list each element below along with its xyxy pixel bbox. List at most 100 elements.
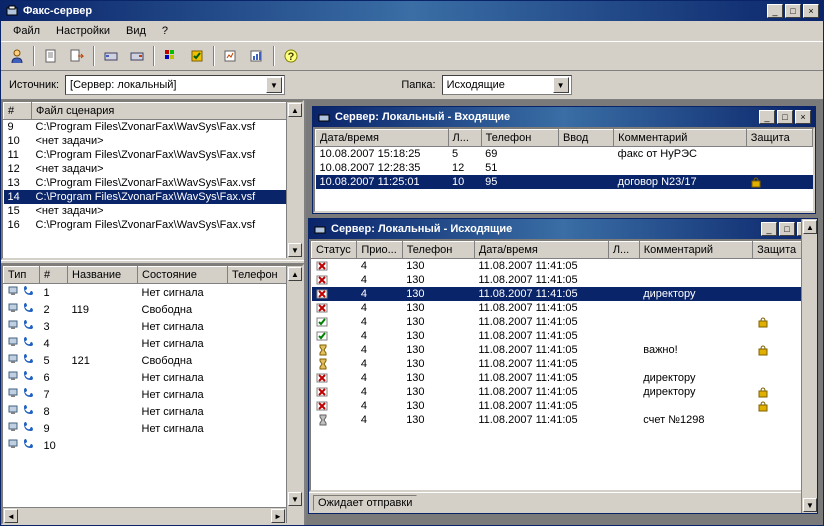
table-row[interactable]: 15<нет задачи> bbox=[4, 204, 302, 218]
scrollbar-vertical[interactable]: ▲ ▼ bbox=[286, 102, 302, 258]
chevron-down-icon[interactable]: ▼ bbox=[266, 77, 282, 93]
col-datetime[interactable]: Дата/время bbox=[474, 242, 608, 259]
tool-server2-icon[interactable] bbox=[125, 44, 149, 68]
menu-file[interactable]: Файл bbox=[5, 23, 48, 39]
table-row[interactable]: 7Нет сигнала bbox=[4, 386, 302, 403]
tool-help-icon[interactable]: ? bbox=[279, 44, 303, 68]
svg-text:?: ? bbox=[288, 51, 295, 63]
outgoing-body: Статус Прио... Телефон Дата/время Л... К… bbox=[309, 239, 817, 492]
table-row[interactable]: 413011.08.2007 11:41:05важно! bbox=[312, 343, 815, 357]
tool-user-icon[interactable] bbox=[5, 44, 29, 68]
scrollbar-horizontal[interactable]: ◄ ► bbox=[3, 507, 286, 523]
col-num[interactable]: # bbox=[4, 103, 32, 120]
tool-doc-icon[interactable] bbox=[39, 44, 63, 68]
table-row[interactable]: 2119Свободна bbox=[4, 301, 302, 318]
scroll-down-icon[interactable]: ▼ bbox=[288, 492, 302, 506]
col-input[interactable]: Ввод bbox=[558, 130, 613, 147]
table-row[interactable]: 413011.08.2007 11:41:05 bbox=[312, 301, 815, 315]
col-type[interactable]: Тип bbox=[4, 267, 40, 284]
col-state[interactable]: Состояние bbox=[138, 267, 228, 284]
maximize-button[interactable]: □ bbox=[777, 110, 793, 124]
tool-server1-icon[interactable] bbox=[99, 44, 123, 68]
table-row[interactable]: 6Нет сигнала bbox=[4, 369, 302, 386]
main-titlebar[interactable]: Факс-сервер _ □ × bbox=[1, 1, 823, 21]
table-row[interactable]: 413011.08.2007 11:41:05счет №1298 bbox=[312, 413, 815, 427]
table-row[interactable]: 413011.08.2007 11:41:05директору bbox=[312, 371, 815, 385]
scroll-up-icon[interactable]: ▲ bbox=[288, 103, 302, 117]
col-datetime[interactable]: Дата/время bbox=[316, 130, 449, 147]
table-row[interactable]: 413011.08.2007 11:41:05директору bbox=[312, 287, 815, 301]
col-file[interactable]: Файл сценария bbox=[32, 103, 302, 120]
minimize-button[interactable]: _ bbox=[761, 222, 777, 236]
table-row[interactable]: 16C:\Program Files\ZvonarFax\WavSys\Fax.… bbox=[4, 218, 302, 232]
table-row[interactable]: 11C:\Program Files\ZvonarFax\WavSys\Fax.… bbox=[4, 148, 302, 162]
toolbar: ? bbox=[1, 41, 823, 71]
folder-label: Папка: bbox=[401, 79, 435, 91]
folder-combo[interactable]: Исходящие ▼ bbox=[442, 75, 572, 95]
table-row[interactable]: 413011.08.2007 11:41:05 bbox=[312, 273, 815, 287]
table-row[interactable]: 10.08.2007 15:18:25569факс от НуРЭС bbox=[316, 147, 813, 162]
col-l[interactable]: Л... bbox=[448, 130, 481, 147]
menu-settings[interactable]: Настройки bbox=[48, 23, 118, 39]
table-row[interactable]: 13C:\Program Files\ZvonarFax\WavSys\Fax.… bbox=[4, 176, 302, 190]
table-row[interactable]: 3Нет сигнала bbox=[4, 318, 302, 335]
col-l[interactable]: Л... bbox=[608, 242, 639, 259]
maximize-button[interactable]: □ bbox=[785, 4, 801, 18]
outgoing-titlebar[interactable]: Сервер: Локальный - Исходящие _ □ × bbox=[309, 219, 817, 239]
incoming-window: Сервер: Локальный - Входящие _ □ × Дата/… bbox=[312, 106, 816, 214]
scrollbar-vertical[interactable]: ▲ ▼ bbox=[286, 266, 302, 523]
table-row[interactable]: 9C:\Program Files\ZvonarFax\WavSys\Fax.v… bbox=[4, 120, 302, 135]
table-row[interactable]: 12<нет задачи> bbox=[4, 162, 302, 176]
scroll-left-icon[interactable]: ◄ bbox=[4, 509, 18, 523]
tool-docarrow-icon[interactable] bbox=[65, 44, 89, 68]
minimize-button[interactable]: _ bbox=[767, 4, 783, 18]
col-phone[interactable]: Телефон bbox=[402, 242, 474, 259]
table-row[interactable]: 1Нет сигнала bbox=[4, 284, 302, 302]
status-icon bbox=[316, 386, 353, 398]
tool-color1-icon[interactable] bbox=[159, 44, 183, 68]
table-row[interactable]: 413011.08.2007 11:41:05 bbox=[312, 329, 815, 343]
minimize-button[interactable]: _ bbox=[759, 110, 775, 124]
status-icon bbox=[316, 330, 353, 342]
col-name[interactable]: Название bbox=[68, 267, 138, 284]
col-protect[interactable]: Защита bbox=[746, 130, 812, 147]
tool-diag1-icon[interactable] bbox=[219, 44, 243, 68]
table-row[interactable]: 4Нет сигнала bbox=[4, 335, 302, 352]
incoming-title: Сервер: Локальный - Входящие bbox=[335, 111, 759, 123]
incoming-titlebar[interactable]: Сервер: Локальный - Входящие _ □ × bbox=[313, 107, 815, 127]
table-row[interactable]: 10<нет задачи> bbox=[4, 134, 302, 148]
table-row[interactable]: 413011.08.2007 11:41:05 bbox=[312, 315, 815, 329]
table-row[interactable]: 10.08.2007 11:25:011095договор N23/17 bbox=[316, 175, 813, 189]
close-button[interactable]: × bbox=[795, 110, 811, 124]
col-comment[interactable]: Комментарий bbox=[639, 242, 752, 259]
table-row[interactable]: 8Нет сигнала bbox=[4, 403, 302, 420]
table-row[interactable]: 413011.08.2007 11:41:05 bbox=[312, 399, 815, 413]
col-phone[interactable]: Телефон bbox=[481, 130, 558, 147]
tool-color2-icon[interactable] bbox=[185, 44, 209, 68]
tool-diag2-icon[interactable] bbox=[245, 44, 269, 68]
scroll-down-icon[interactable]: ▼ bbox=[288, 243, 302, 257]
table-row[interactable]: 14C:\Program Files\ZvonarFax\WavSys\Fax.… bbox=[4, 190, 302, 204]
status-icon bbox=[316, 316, 353, 328]
table-row[interactable]: 10.08.2007 12:28:351251 bbox=[316, 161, 813, 175]
menu-help[interactable]: ? bbox=[154, 23, 176, 39]
table-row[interactable]: 9Нет сигнала bbox=[4, 420, 302, 437]
col-prio[interactable]: Прио... bbox=[357, 242, 402, 259]
menu-view[interactable]: Вид bbox=[118, 23, 154, 39]
col-comment[interactable]: Комментарий bbox=[614, 130, 747, 147]
scrollbar-vertical[interactable]: ▲ ▼ bbox=[801, 239, 817, 492]
maximize-button[interactable]: □ bbox=[779, 222, 795, 236]
source-combo[interactable]: [Сервер: локальный] ▼ bbox=[65, 75, 285, 95]
scroll-up-icon[interactable]: ▲ bbox=[288, 267, 302, 281]
table-row[interactable]: 10 bbox=[4, 437, 302, 454]
table-row[interactable]: 413011.08.2007 11:41:05 bbox=[312, 357, 815, 371]
table-row[interactable]: 5121Свободна bbox=[4, 352, 302, 369]
status-icon bbox=[316, 400, 353, 412]
table-row[interactable]: 413011.08.2007 11:41:05 bbox=[312, 259, 815, 274]
col-num[interactable]: # bbox=[40, 267, 68, 284]
table-row[interactable]: 413011.08.2007 11:41:05директору bbox=[312, 385, 815, 399]
close-button[interactable]: × bbox=[803, 4, 819, 18]
chevron-down-icon[interactable]: ▼ bbox=[553, 77, 569, 93]
scroll-right-icon[interactable]: ► bbox=[271, 509, 285, 523]
col-status[interactable]: Статус bbox=[312, 242, 357, 259]
